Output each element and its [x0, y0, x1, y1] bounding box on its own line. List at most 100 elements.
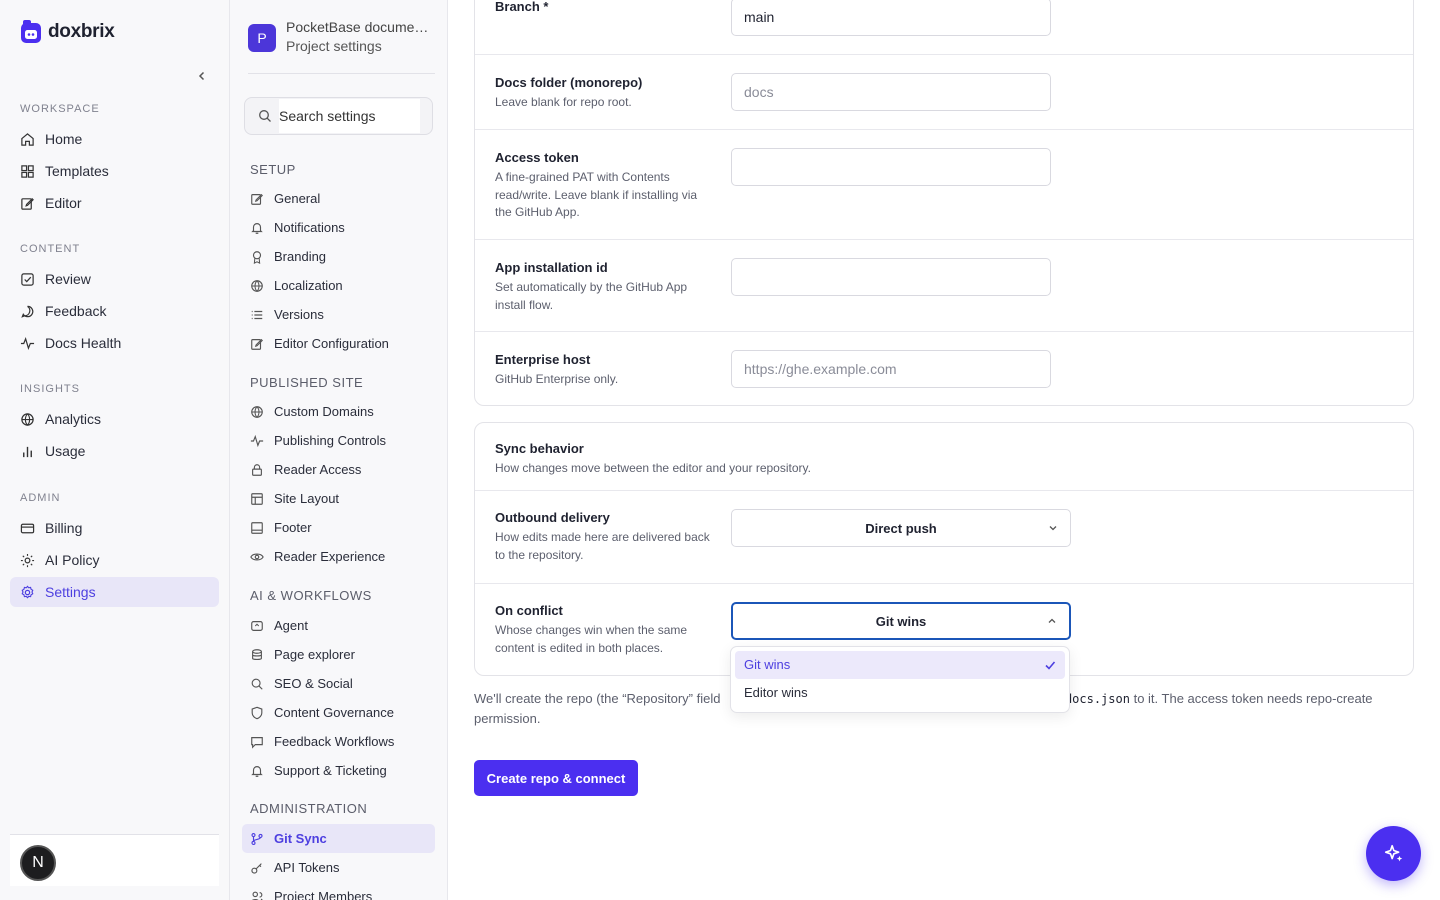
nav-item-billing[interactable]: Billing: [10, 513, 219, 543]
branch-input[interactable]: [731, 0, 1051, 36]
settings-group-administration: Git Sync API Tokens Project Members: [242, 824, 435, 900]
app-installation-desc: Set automatically by the GitHub App inst…: [495, 280, 688, 312]
branch-label: Branch *: [495, 0, 549, 14]
access-token-input[interactable]: [731, 148, 1051, 186]
sun-icon: [20, 553, 35, 567]
pulse-icon: [250, 434, 264, 447]
settings-item-footer[interactable]: Footer: [242, 513, 435, 542]
nav-item-label: Billing: [45, 520, 83, 536]
settings-item-project-members[interactable]: Project Members: [242, 882, 435, 900]
settings-group-setup: General Notifications Branding Localizat…: [242, 184, 435, 358]
project-switcher[interactable]: P PocketBase documentation Project setti…: [248, 18, 435, 74]
nav-item-label: Feedback: [45, 303, 107, 319]
settings-group-title: AI & WORKFLOWS: [250, 588, 372, 603]
create-repo-button[interactable]: Create repo & connect: [474, 760, 638, 796]
note-text-start: We'll create the repo (the “Repository” …: [474, 691, 721, 706]
on-conflict-select[interactable]: Git wins: [731, 602, 1071, 640]
access-token-desc: A fine-grained PAT with Contents read/wr…: [495, 170, 698, 219]
settings-item-label: SEO & Social: [274, 676, 353, 691]
grid-icon: [21, 164, 34, 178]
settings-item-label: Page explorer: [274, 647, 355, 662]
outbound-delivery-select[interactable]: Direct push: [731, 509, 1071, 547]
nav-section-title: ADMIN: [20, 492, 61, 504]
repository-card: Branch * Docs folder (monorepo) Leave bl…: [474, 0, 1414, 406]
avatar[interactable]: N: [20, 845, 56, 881]
user-menu[interactable]: N: [10, 834, 219, 886]
edit-icon: [251, 338, 263, 350]
form-row-docs-folder: Docs folder (monorepo) Leave blank for r…: [475, 55, 1413, 130]
project-avatar: P: [248, 24, 276, 52]
settings-item-label: Project Members: [274, 889, 373, 900]
nav-item-ai-policy[interactable]: AI Policy: [10, 545, 219, 575]
message-icon: [21, 305, 34, 318]
collapse-sidebar-button[interactable]: [192, 66, 212, 86]
option-git-wins[interactable]: Git wins: [735, 651, 1065, 679]
sparkle-icon: [1384, 844, 1402, 861]
check-icon: [1045, 661, 1056, 670]
nav-item-settings[interactable]: Settings: [10, 577, 219, 607]
enterprise-host-input[interactable]: [731, 350, 1051, 388]
settings-item-reader-access[interactable]: Reader Access: [242, 455, 435, 484]
brand-logo[interactable]: doxbrix: [20, 20, 115, 44]
settings-item-label: Publishing Controls: [274, 433, 387, 448]
settings-item-seo-social[interactable]: SEO & Social: [242, 669, 435, 698]
settings-group-title: ADMINISTRATION: [250, 801, 368, 816]
settings-item-editor-configuration[interactable]: Editor Configuration: [242, 329, 435, 358]
settings-item-versions[interactable]: Versions: [242, 300, 435, 329]
brand-name: doxbrix: [48, 21, 115, 42]
nav-item-usage[interactable]: Usage: [10, 436, 219, 466]
settings-item-localization[interactable]: Localization: [242, 271, 435, 300]
settings-item-label: Versions: [274, 307, 324, 322]
globe-icon: [251, 279, 263, 292]
settings-item-git-sync[interactable]: Git Sync: [242, 824, 435, 853]
settings-item-page-explorer[interactable]: Page explorer: [242, 640, 435, 669]
settings-item-feedback-workflows[interactable]: Feedback Workflows: [242, 727, 435, 756]
settings-item-label: Editor Configuration: [274, 336, 389, 351]
app-installation-input[interactable]: [731, 258, 1051, 296]
settings-group-title: SETUP: [250, 162, 296, 177]
settings-item-label: Notifications: [274, 220, 345, 235]
sync-behavior-header: Sync behavior How changes move between t…: [475, 423, 1413, 491]
settings-search[interactable]: [244, 97, 433, 135]
bot-icon: [251, 620, 263, 631]
nav-item-docs-health[interactable]: Docs Health: [10, 328, 219, 358]
settings-item-notifications[interactable]: Notifications: [242, 213, 435, 242]
ai-assistant-button[interactable]: [1366, 826, 1421, 881]
chevron-down-icon: [1049, 526, 1057, 531]
settings-item-publishing-controls[interactable]: Publishing Controls: [242, 426, 435, 455]
outbound-delivery-label: Outbound delivery: [495, 510, 610, 525]
nav-item-home[interactable]: Home: [10, 124, 219, 154]
nav-item-analytics[interactable]: Analytics: [10, 404, 219, 434]
option-editor-wins[interactable]: Editor wins: [735, 679, 1065, 707]
nav-section-workspace: WORKSPACE Home Templates Editor: [10, 100, 219, 220]
settings-item-custom-domains[interactable]: Custom Domains: [242, 397, 435, 426]
nav-item-label: Templates: [45, 163, 109, 179]
settings-item-site-layout[interactable]: Site Layout: [242, 484, 435, 513]
nav-item-templates[interactable]: Templates: [10, 156, 219, 186]
docs-folder-input[interactable]: [731, 73, 1051, 111]
settings-item-label: Custom Domains: [274, 404, 374, 419]
message-icon: [251, 736, 263, 749]
git-branch-icon: [251, 832, 263, 845]
enterprise-host-desc: GitHub Enterprise only.: [495, 372, 619, 386]
settings-item-reader-experience[interactable]: Reader Experience: [242, 542, 435, 571]
settings-item-agent[interactable]: Agent: [242, 611, 435, 640]
enterprise-host-label: Enterprise host: [495, 352, 591, 367]
award-icon: [252, 250, 262, 264]
sync-behavior-card: Sync behavior How changes move between t…: [474, 422, 1414, 676]
settings-item-general[interactable]: General: [242, 184, 435, 213]
settings-item-label: API Tokens: [274, 860, 340, 875]
settings-item-branding[interactable]: Branding: [242, 242, 435, 271]
form-row-branch: Branch *: [475, 0, 1413, 55]
nav-item-review[interactable]: Review: [10, 264, 219, 294]
settings-item-label: Feedback Workflows: [274, 734, 395, 749]
settings-item-content-governance[interactable]: Content Governance: [242, 698, 435, 727]
settings-item-support-ticketing[interactable]: Support & Ticketing: [242, 756, 435, 785]
settings-item-api-tokens[interactable]: API Tokens: [242, 853, 435, 882]
gear-icon: [21, 585, 34, 598]
nav-item-editor[interactable]: Editor: [10, 188, 219, 218]
settings-search-input[interactable]: [279, 99, 420, 133]
nav-item-feedback[interactable]: Feedback: [10, 296, 219, 326]
doxbrix-logo-icon: [21, 20, 41, 43]
settings-group-title: PUBLISHED SITE: [250, 375, 364, 390]
